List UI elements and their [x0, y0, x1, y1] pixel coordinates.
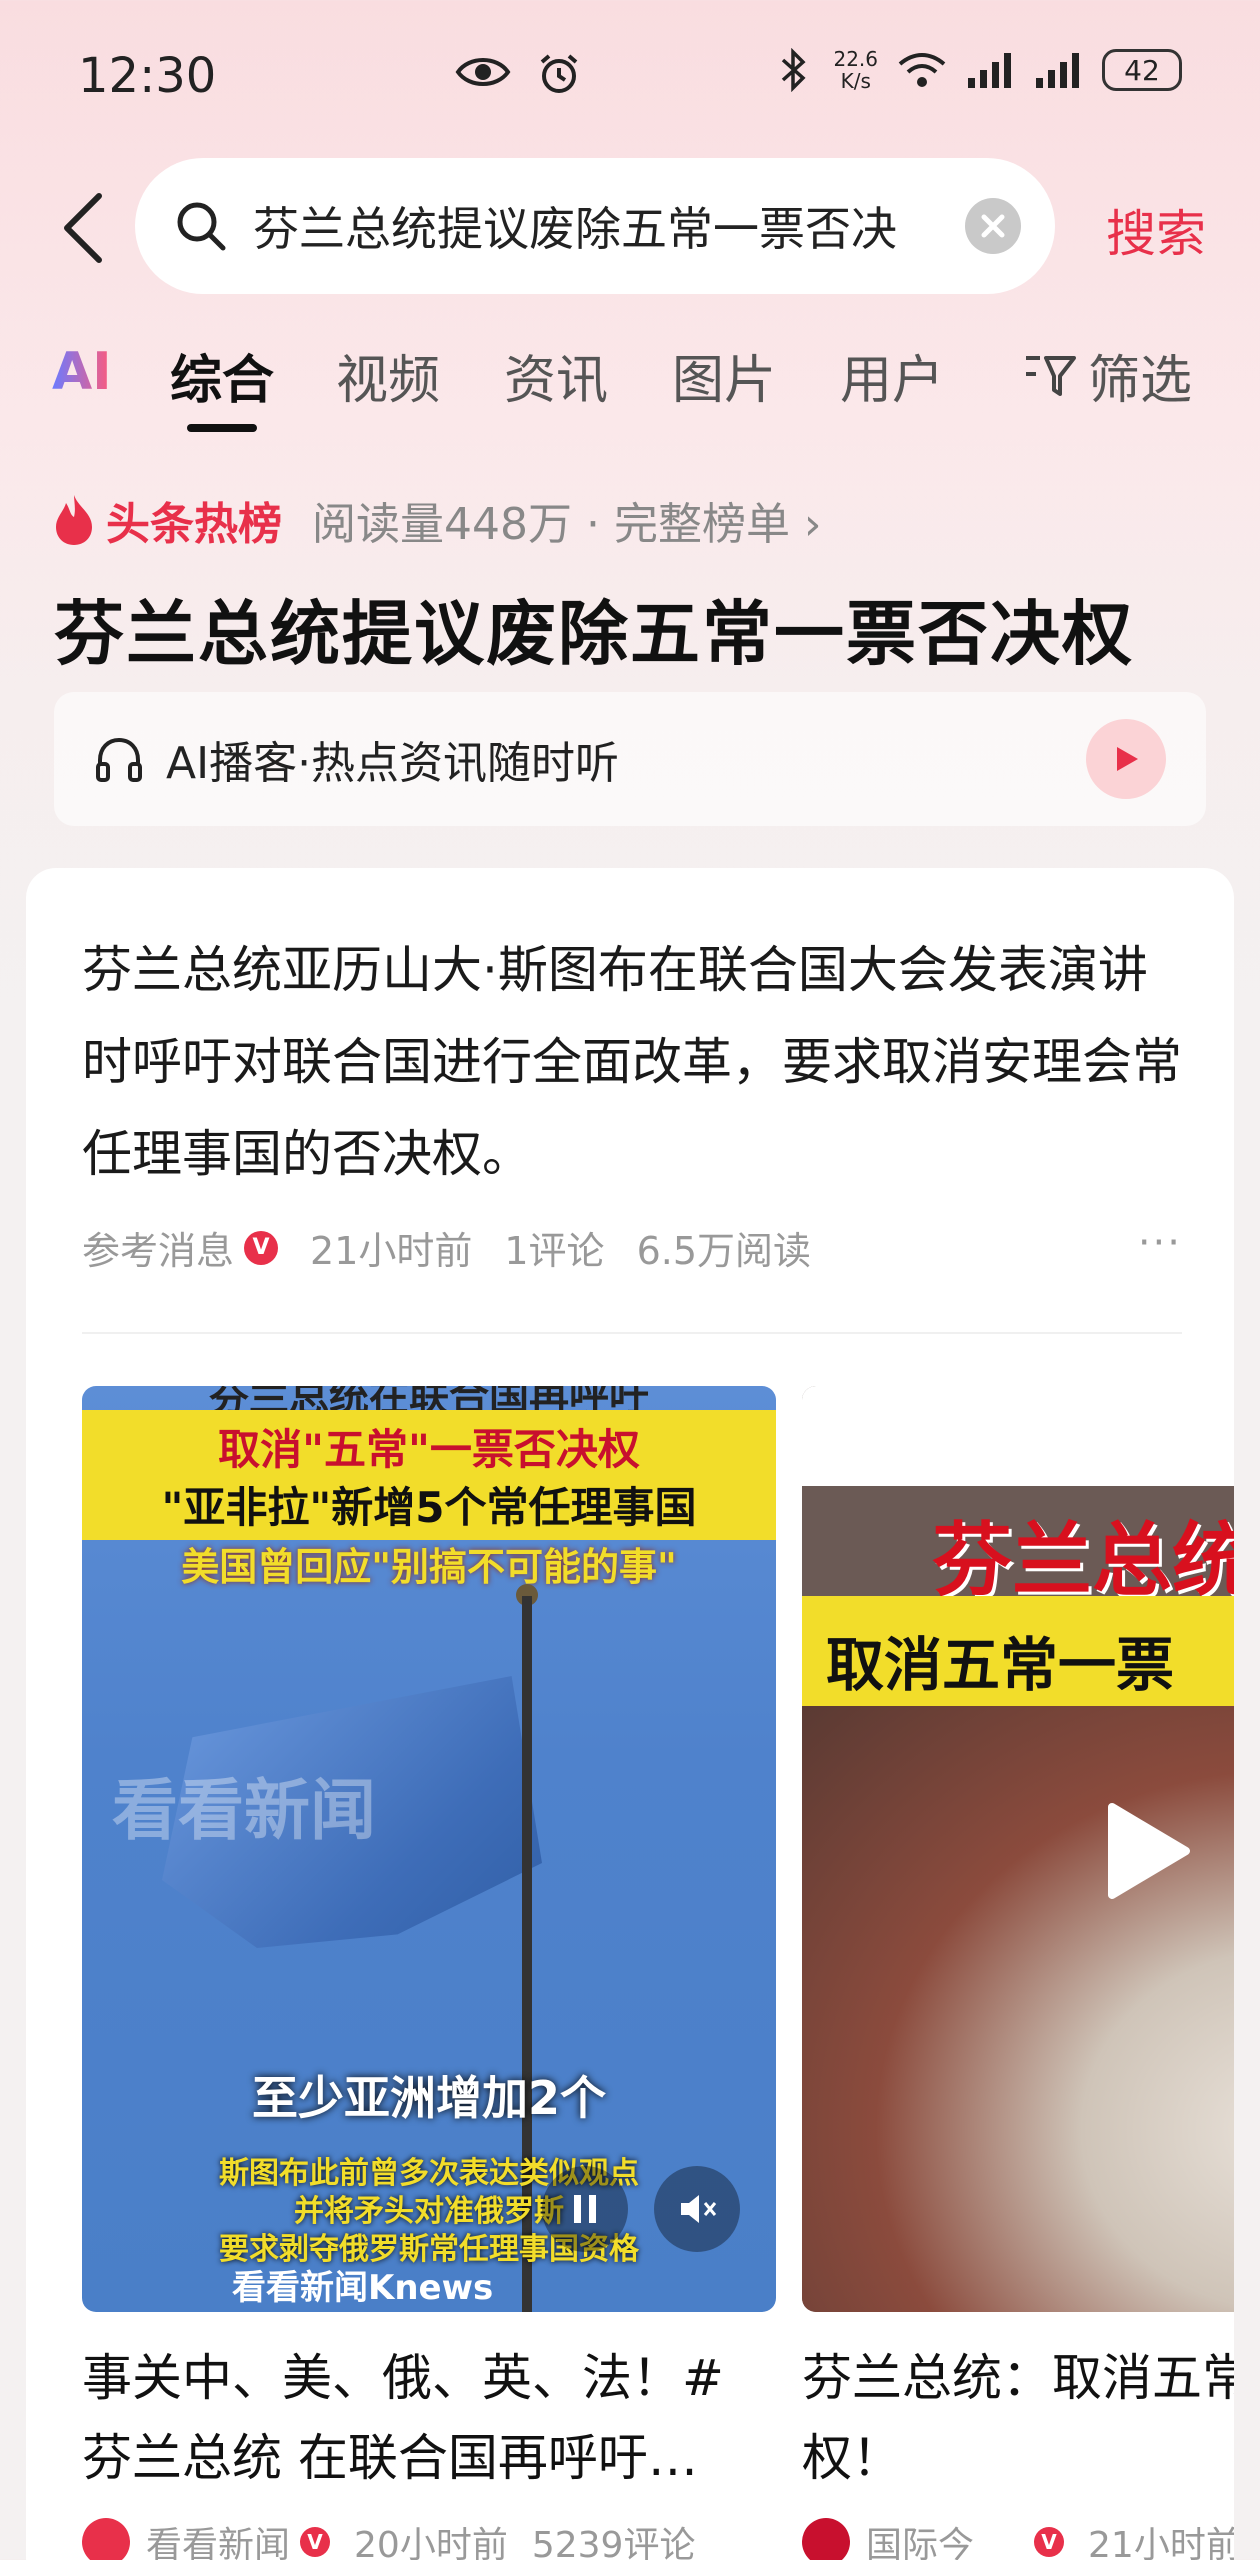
search-icon [177, 202, 226, 251]
video-thumbnail-1[interactable]: 芬兰总统在联合国再呼吁 取消"五常"一票否决权 "亚非拉"新增5个常任理事国 美… [82, 1386, 776, 2312]
article-summary[interactable]: 芬兰总统亚历山大·斯图布在联合国大会发表演讲时呼吁对联合国进行全面改革，要求取消… [82, 924, 1192, 1200]
more-options-icon[interactable]: ··· [1138, 1220, 1182, 1266]
category-tabs: AI 综合 视频 资讯 图片 用户 筛选 [0, 330, 1260, 440]
video-play-button[interactable] [1092, 1796, 1202, 1906]
hot-list-label: 头条热榜 [106, 499, 282, 550]
back-arrow-icon [64, 193, 102, 263]
video-time-1: 20小时前 [354, 2525, 508, 2560]
active-tab-indicator [187, 424, 257, 432]
status-icons-mid [455, 52, 581, 96]
tab-ai[interactable]: AI [52, 342, 112, 402]
video-card-1[interactable]: 芬兰总统在联合国再呼吁 取消"五常"一票否决权 "亚非拉"新增5个常任理事国 美… [82, 1386, 776, 2560]
fire-icon [56, 495, 92, 545]
battery-indicator: 42 [1102, 49, 1182, 91]
article-meta: 参考消息 V 21小时前 1评论 6.5万阅读 ··· [82, 1220, 1182, 1275]
ai-podcast-bar[interactable]: AI播客·热点资讯随时听 [54, 692, 1206, 826]
video2-overlay-black: 取消五常一票 [826, 1631, 1175, 1699]
article-reads: 6.5万阅读 [636, 1229, 811, 1273]
status-time: 12:30 [78, 48, 217, 104]
video-brand: 看看新闻Knews [232, 2268, 494, 2308]
divider [82, 1332, 1182, 1334]
network-speed: 22.6 K/s [833, 48, 878, 92]
tab-news[interactable]: 资讯 [504, 338, 608, 413]
signal-icon-1 [968, 53, 1011, 88]
filter-label: 筛选 [1088, 351, 1193, 411]
video-source-2[interactable]: 国际今 [866, 2516, 974, 2560]
tab-video[interactable]: 视频 [336, 338, 440, 413]
source-logo [82, 2518, 130, 2560]
pause-button[interactable] [542, 2166, 628, 2252]
alarm-icon [540, 54, 578, 93]
video-time-2: 21小时前 [1088, 2525, 1234, 2560]
tab-images[interactable]: 图片 [672, 338, 776, 413]
filter-button[interactable]: 筛选 [1022, 338, 1192, 413]
video-top-band [802, 1386, 1234, 1486]
article-comments: 1评论 [504, 1229, 605, 1273]
hot-list-row[interactable]: 头条热榜 阅读量448万 · 完整榜单 › [52, 488, 822, 552]
wifi-icon [898, 53, 946, 87]
video-overlay-line1: 取消"五常"一票否决权 [218, 1425, 640, 1474]
search-input[interactable]: 芬兰总统提议废除五常一票否决 [135, 158, 1055, 294]
verified-icon: V [1034, 2527, 1065, 2557]
play-icon [1108, 1803, 1190, 1899]
video-overlay-line2: "亚非拉"新增5个常任理事国 [161, 1483, 697, 1532]
search-row: 芬兰总统提议废除五常一票否决 搜索 [0, 158, 1260, 294]
hot-headline[interactable]: 芬兰总统提议废除五常一票否决权 [54, 578, 1134, 679]
article-time: 21小时前 [310, 1229, 473, 1273]
status-bar: 12:30 22.6 K/s 42 [0, 0, 1260, 150]
video-meta-2: 国际今 V 21小时前 [802, 2516, 1234, 2560]
mute-button[interactable] [654, 2166, 740, 2252]
video-title-1[interactable]: 事关中、美、俄、英、法！# 芬兰总统 在联合国再呼吁… [82, 2338, 776, 2498]
search-button[interactable]: 搜索 [1106, 194, 1206, 266]
tab-general[interactable]: 综合 [170, 338, 274, 413]
close-icon [981, 214, 1005, 238]
status-icons-right: 22.6 K/s 42 [775, 48, 1182, 92]
video-thumbnail-2[interactable]: 芬兰总统 取消五常一票 [802, 1386, 1234, 2312]
result-card[interactable]: 芬兰总统亚历山大·斯图布在联合国大会发表演讲时呼吁对联合国进行全面改革，要求取消… [26, 868, 1234, 2560]
verified-icon: V [244, 1230, 279, 1265]
tab-users[interactable]: 用户 [840, 338, 944, 413]
bluetooth-icon [782, 48, 807, 92]
video-meta-1: 看看新闻 V 20小时前 5239评论 [82, 2516, 776, 2560]
signal-icon-2 [1036, 53, 1079, 88]
pause-icon [574, 2195, 596, 2223]
video-card-2[interactable]: 芬兰总统 取消五常一票 芬兰总统：取消五常一票否决权！ 国际今 V 21小时前 [802, 1386, 1234, 2560]
network-speed-unit: K/s [840, 69, 871, 93]
article-source[interactable]: 参考消息 [82, 1220, 234, 1275]
clear-search-button[interactable] [965, 198, 1021, 254]
play-icon [1117, 747, 1138, 771]
network-speed-value: 22.6 [833, 47, 878, 71]
video-title-2[interactable]: 芬兰总统：取消五常一票否决权！ [802, 2338, 1234, 2498]
podcast-text: AI播客·热点资讯随时听 [166, 738, 620, 789]
search-query[interactable]: 芬兰总统提议废除五常一票否决 [253, 193, 965, 259]
eye-icon [455, 58, 511, 86]
verified-icon: V [300, 2527, 331, 2557]
source-logo [802, 2518, 850, 2560]
video-source-1[interactable]: 看看新闻 [146, 2516, 290, 2560]
mute-icon [681, 2195, 717, 2223]
podcast-play-button[interactable] [1086, 719, 1166, 799]
video-overlay-line3: 美国曾回应"别搞不可能的事" [181, 1545, 677, 1589]
video-watermark: 看看新闻 [112, 1772, 376, 1849]
hot-list-meta[interactable]: 阅读量448万 · 完整榜单 › [312, 488, 822, 552]
video2-overlay-red: 芬兰总统 [932, 1514, 1234, 1607]
back-button[interactable] [48, 188, 118, 268]
video-comments-1: 5239评论 [531, 2525, 696, 2560]
headphones-icon [96, 737, 142, 782]
video-overlay-mid: 至少亚洲增加2个 [251, 2071, 606, 2125]
filter-icon [1026, 355, 1076, 396]
